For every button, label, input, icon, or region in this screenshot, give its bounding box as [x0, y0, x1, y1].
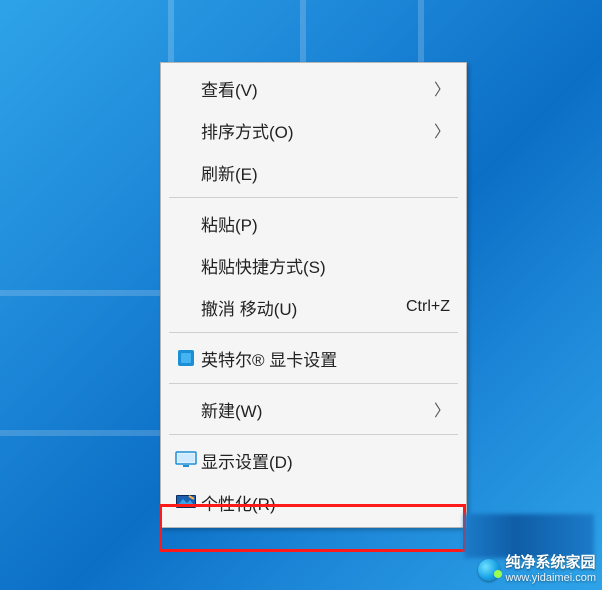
menu-item-paste-shortcut[interactable]: 粘贴快捷方式(S) — [161, 244, 466, 286]
chevron-right-icon: 〉 — [426, 76, 450, 100]
menu-separator — [169, 434, 458, 435]
menu-item-label: 粘贴快捷方式(S) — [201, 253, 450, 278]
menu-item-label: 刷新(E) — [201, 160, 450, 185]
menu-item-label: 新建(W) — [201, 397, 426, 422]
watermark-text: 纯净系统家园 www.yidaimei.com — [506, 555, 596, 584]
watermark-url: www.yidaimei.com — [506, 572, 596, 584]
light-ray — [168, 0, 174, 70]
menu-item-sort[interactable]: 排序方式(O) 〉 — [161, 109, 466, 151]
menu-item-label: 英特尔® 显卡设置 — [201, 346, 450, 371]
menu-item-label: 查看(V) — [201, 76, 426, 101]
chevron-right-icon: 〉 — [426, 118, 450, 142]
menu-separator — [169, 383, 458, 384]
menu-item-label: 显示设置(D) — [201, 448, 450, 473]
watermark-logo-icon — [478, 559, 500, 581]
menu-item-display-settings[interactable]: 显示设置(D) — [161, 439, 466, 481]
menu-item-shortcut: Ctrl+Z — [398, 298, 450, 316]
menu-item-personalize[interactable]: 个性化(R) — [161, 481, 466, 523]
menu-item-label: 个性化(R) — [201, 490, 450, 515]
menu-item-intel-graphics[interactable]: 英特尔® 显卡设置 — [161, 337, 466, 379]
menu-item-refresh[interactable]: 刷新(E) — [161, 151, 466, 193]
menu-item-view[interactable]: 查看(V) 〉 — [161, 67, 466, 109]
menu-item-label: 粘贴(P) — [201, 211, 450, 236]
menu-item-label: 排序方式(O) — [201, 118, 426, 143]
redaction-patch — [464, 514, 594, 558]
chevron-right-icon: 〉 — [426, 397, 450, 421]
light-ray — [0, 430, 160, 436]
light-ray — [300, 0, 306, 70]
menu-item-label: 撤消 移动(U) — [201, 295, 398, 320]
personalize-icon — [171, 493, 201, 511]
watermark: 纯净系统家园 www.yidaimei.com — [478, 555, 596, 584]
menu-item-paste[interactable]: 粘贴(P) — [161, 202, 466, 244]
intel-icon — [171, 348, 201, 368]
light-ray — [0, 290, 160, 296]
monitor-icon — [171, 451, 201, 469]
menu-item-undo-move[interactable]: 撤消 移动(U) Ctrl+Z — [161, 286, 466, 328]
menu-separator — [169, 197, 458, 198]
light-ray — [418, 0, 424, 70]
watermark-brand: 纯净系统家园 — [506, 555, 596, 572]
menu-separator — [169, 332, 458, 333]
desktop-context-menu: 查看(V) 〉 排序方式(O) 〉 刷新(E) 粘贴(P) 粘贴快捷方式(S) … — [160, 62, 467, 528]
menu-item-new[interactable]: 新建(W) 〉 — [161, 388, 466, 430]
desktop-background[interactable]: 查看(V) 〉 排序方式(O) 〉 刷新(E) 粘贴(P) 粘贴快捷方式(S) … — [0, 0, 602, 590]
